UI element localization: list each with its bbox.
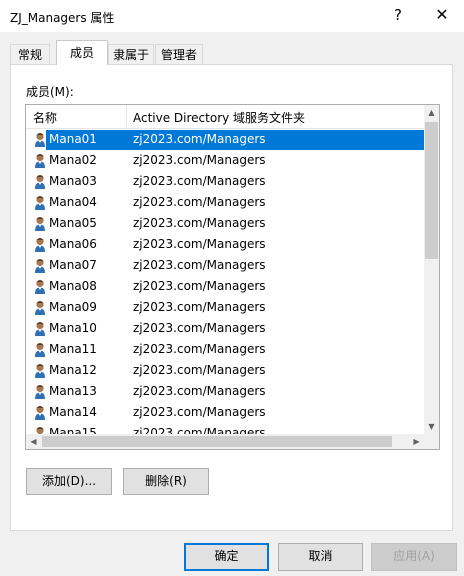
member-name: Mana01	[49, 132, 97, 146]
tab-managed-by[interactable]: 管理者	[155, 44, 203, 65]
list-item[interactable]: Mana02 zj2023.com/Managers	[26, 150, 424, 171]
user-icon	[32, 236, 48, 252]
user-icon	[32, 299, 48, 315]
list-item[interactable]: Mana12 zj2023.com/Managers	[26, 360, 424, 381]
list-item[interactable]: Mana03 zj2023.com/Managers	[26, 171, 424, 192]
member-name: Mana05	[49, 216, 97, 230]
add-button[interactable]: 添加(D)...	[26, 468, 112, 495]
list-rows: Mana01 zj2023.com/Managers Mana02 zj2023.co…	[26, 129, 424, 434]
vertical-scrollbar[interactable]: ▲ ▼	[424, 105, 439, 434]
member-name: Mana15	[49, 426, 97, 434]
tab-members[interactable]: 成员	[56, 40, 108, 65]
member-folder: zj2023.com/Managers	[133, 237, 266, 251]
column-header-folder[interactable]: Active Directory 域服务文件夹	[133, 109, 305, 126]
list-item[interactable]: Mana04 zj2023.com/Managers	[26, 192, 424, 213]
member-name: Mana14	[49, 405, 97, 419]
member-folder: zj2023.com/Managers	[133, 426, 266, 434]
user-icon	[32, 278, 48, 294]
user-icon	[32, 131, 48, 147]
user-icon	[32, 425, 48, 434]
member-folder: zj2023.com/Managers	[133, 279, 266, 293]
members-list[interactable]: 名称 Active Directory 域服务文件夹 Mana01 zj2023.…	[25, 104, 440, 450]
user-icon	[32, 341, 48, 357]
list-item[interactable]: Mana11 zj2023.com/Managers	[26, 339, 424, 360]
list-item[interactable]: Mana13 zj2023.com/Managers	[26, 381, 424, 402]
member-folder: zj2023.com/Managers	[133, 321, 266, 335]
user-icon	[32, 320, 48, 336]
list-item[interactable]: Mana10 zj2023.com/Managers	[26, 318, 424, 339]
ok-button[interactable]: 确定	[184, 543, 269, 571]
apply-button[interactable]: 应用(A)	[371, 543, 457, 571]
member-folder: zj2023.com/Managers	[133, 153, 266, 167]
user-icon	[32, 362, 48, 378]
user-icon	[32, 257, 48, 273]
cancel-button[interactable]: 取消	[278, 543, 363, 571]
column-header-name[interactable]: 名称	[33, 109, 57, 126]
list-item[interactable]: Mana15 zj2023.com/Managers	[26, 423, 424, 434]
title-bar: ZJ_Managers 属性 ? ✕	[0, 0, 464, 32]
user-icon	[32, 152, 48, 168]
member-name: Mana13	[49, 384, 97, 398]
list-item[interactable]: Mana01 zj2023.com/Managers	[26, 129, 424, 150]
member-folder: zj2023.com/Managers	[133, 384, 266, 398]
user-icon	[32, 404, 48, 420]
member-folder: zj2023.com/Managers	[133, 132, 266, 146]
tab-member-of[interactable]: 隶属于	[108, 44, 154, 65]
close-button[interactable]: ✕	[432, 5, 452, 25]
member-name: Mana08	[49, 279, 97, 293]
scroll-right-icon[interactable]: ▶	[409, 434, 424, 449]
member-folder: zj2023.com/Managers	[133, 216, 266, 230]
remove-button[interactable]: 删除(R)	[123, 468, 209, 495]
member-name: Mana03	[49, 174, 97, 188]
list-item[interactable]: Mana07 zj2023.com/Managers	[26, 255, 424, 276]
member-name: Mana12	[49, 363, 97, 377]
member-folder: zj2023.com/Managers	[133, 405, 266, 419]
scroll-up-icon[interactable]: ▲	[424, 105, 439, 120]
member-name: Mana04	[49, 195, 97, 209]
member-name: Mana10	[49, 321, 97, 335]
members-label: 成员(M):	[26, 85, 74, 99]
member-folder: zj2023.com/Managers	[133, 174, 266, 188]
list-item[interactable]: Mana06 zj2023.com/Managers	[26, 234, 424, 255]
user-icon	[32, 194, 48, 210]
horizontal-scroll-thumb[interactable]	[42, 436, 392, 447]
tab-general[interactable]: 常规	[10, 44, 50, 65]
help-button[interactable]: ?	[389, 6, 407, 26]
member-name: Mana07	[49, 258, 97, 272]
scroll-left-icon[interactable]: ◀	[26, 434, 41, 449]
user-icon	[32, 173, 48, 189]
horizontal-scrollbar[interactable]: ◀ ▶	[26, 434, 424, 449]
member-folder: zj2023.com/Managers	[133, 300, 266, 314]
user-icon	[32, 383, 48, 399]
member-folder: zj2023.com/Managers	[133, 258, 266, 272]
member-folder: zj2023.com/Managers	[133, 342, 266, 356]
member-name: Mana11	[49, 342, 97, 356]
window-title: ZJ_Managers 属性	[10, 11, 115, 25]
member-name: Mana09	[49, 300, 97, 314]
scroll-down-icon[interactable]: ▼	[424, 419, 439, 434]
user-icon	[32, 215, 48, 231]
member-name: Mana02	[49, 153, 97, 167]
list-item[interactable]: Mana14 zj2023.com/Managers	[26, 402, 424, 423]
column-divider[interactable]	[126, 105, 127, 128]
list-item[interactable]: Mana08 zj2023.com/Managers	[26, 276, 424, 297]
list-item[interactable]: Mana05 zj2023.com/Managers	[26, 213, 424, 234]
scroll-corner	[424, 434, 439, 449]
member-folder: zj2023.com/Managers	[133, 363, 266, 377]
list-item[interactable]: Mana09 zj2023.com/Managers	[26, 297, 424, 318]
vertical-scroll-thumb[interactable]	[425, 122, 438, 259]
member-name: Mana06	[49, 237, 97, 251]
member-folder: zj2023.com/Managers	[133, 195, 266, 209]
list-header: 名称 Active Directory 域服务文件夹	[26, 105, 424, 129]
